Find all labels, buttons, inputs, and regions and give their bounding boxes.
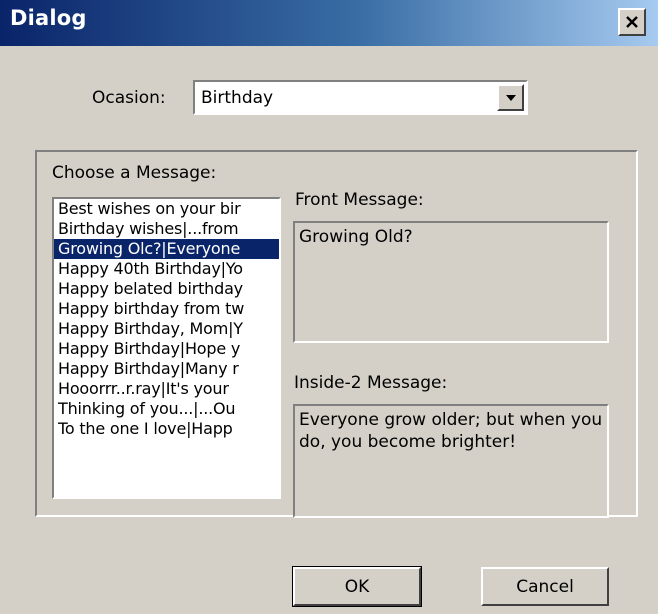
title-bar[interactable]: Dialog	[0, 0, 658, 46]
occasion-dropdown-button[interactable]	[497, 84, 524, 111]
message-list-item[interactable]: Thinking of you...|...Ou	[54, 399, 279, 419]
occasion-select[interactable]: Birthday	[193, 80, 528, 115]
message-list-item[interactable]: Growing Olc?|Everyone	[54, 239, 279, 259]
dialog-window: Dialog Ocasion: Birthday Choose a Messag…	[0, 0, 658, 614]
occasion-value: Birthday	[201, 88, 274, 108]
message-list-item[interactable]: Happy Birthday|Many r	[54, 359, 279, 379]
message-list-item[interactable]: Happy 40th Birthday|Yo	[54, 259, 279, 279]
inside-message-field[interactable]: Everyone grow older; but when you do, yo…	[293, 404, 609, 518]
message-list-item[interactable]: Happy belated birthday	[54, 279, 279, 299]
inside-message-label: Inside-2 Message:	[294, 373, 448, 393]
window-title: Dialog	[10, 6, 87, 30]
cancel-button[interactable]: Cancel	[481, 567, 609, 606]
message-list-item[interactable]: To the one I love|Happ	[54, 419, 279, 439]
message-list-item[interactable]: Best wishes on your bir	[54, 199, 279, 219]
message-list-item[interactable]: Happy birthday from tw	[54, 299, 279, 319]
front-message-label: Front Message:	[295, 190, 424, 210]
ok-button[interactable]: OK	[292, 566, 422, 607]
close-button[interactable]	[618, 8, 646, 36]
close-icon	[626, 16, 638, 28]
occasion-label: Ocasion:	[92, 88, 166, 108]
chevron-down-icon	[505, 94, 516, 101]
message-list-item[interactable]: Happy Birthday|Hope y	[54, 339, 279, 359]
message-list[interactable]: Best wishes on your bir Birthday wishes|.…	[52, 197, 281, 499]
message-list-item[interactable]: Happy Birthday, Mom|Y	[54, 319, 279, 339]
choose-message-label: Choose a Message:	[52, 163, 217, 183]
message-list-item[interactable]: Hooorrr..r.ray|It's your	[54, 379, 279, 399]
message-list-item[interactable]: Birthday wishes|...from	[54, 219, 279, 239]
front-message-field[interactable]: Growing Old?	[293, 221, 609, 343]
